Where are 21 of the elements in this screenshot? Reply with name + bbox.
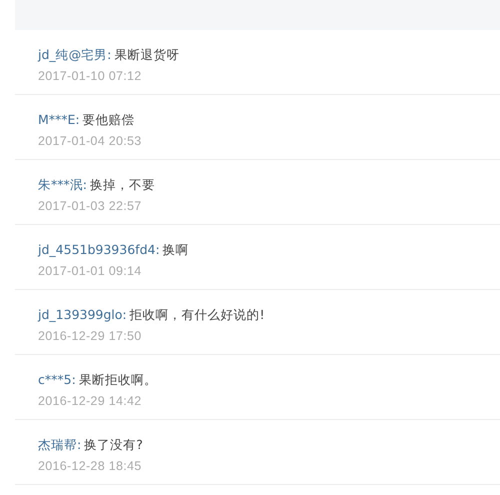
commenter-name[interactable]: jd_139399glo: [38, 305, 127, 325]
comment-time: 2016-12-29 14:42 [38, 393, 142, 410]
comment-text: 换啊 [162, 241, 189, 259]
comment-text: 换了没有? [84, 436, 143, 454]
comment-time: 2017-01-03 22:57 [38, 198, 142, 215]
comment-time: 2016-12-29 17:50 [38, 328, 142, 345]
comment-time: 2017-01-01 09:14 [38, 263, 142, 280]
comment-time: 2017-01-04 20:53 [38, 133, 142, 150]
commenter-name[interactable]: jd_4551b93936fd4: [38, 240, 160, 260]
commenter-name[interactable]: 杰瑞帮: [38, 435, 82, 455]
commenter-name[interactable]: 朱***泯: [38, 175, 87, 195]
commenter-name[interactable]: M***E: [38, 110, 80, 130]
comment-text: 要他赔偿 [82, 111, 135, 129]
comment-text: 换掉，不要 [90, 176, 155, 194]
commenter-name[interactable]: c***5: [38, 370, 76, 390]
comment-text: 拒收啊，有什么好说的! [130, 306, 265, 324]
commenter-name[interactable]: jd_纯@宅男: [38, 45, 112, 65]
comment-text: 果断拒收啊。 [78, 371, 157, 389]
comment-time: 2017-01-10 07:12 [38, 68, 142, 85]
comment-time: 2016-12-28 18:45 [38, 458, 142, 475]
comment-text: 果断退货呀 [114, 46, 180, 64]
